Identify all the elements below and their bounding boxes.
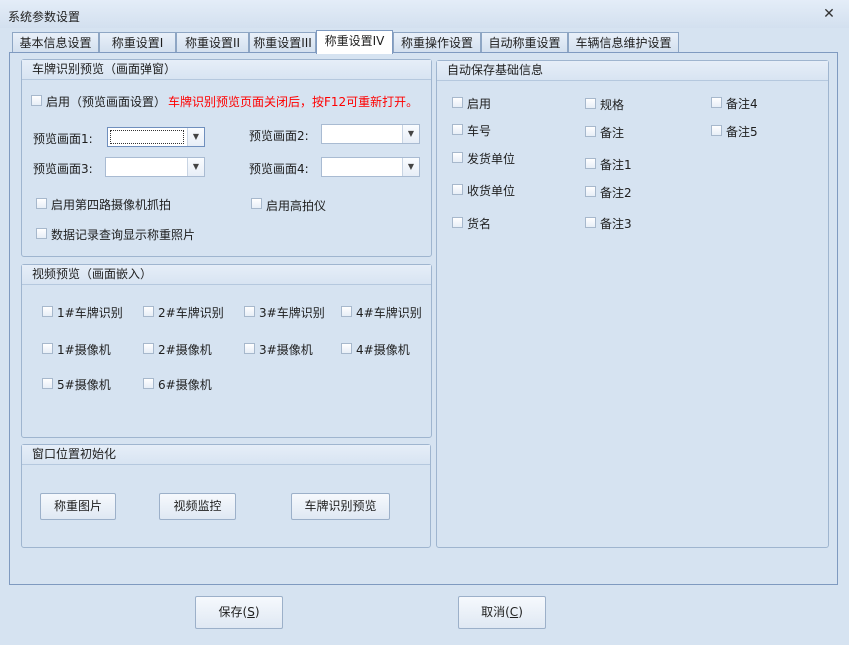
- save-label-end: ): [254, 605, 260, 619]
- record-photo-checkbox[interactable]: [36, 228, 47, 239]
- cancel-label: 取消(: [481, 605, 510, 619]
- remark2-label: 备注2: [600, 186, 632, 200]
- auto-enable-label: 启用: [467, 97, 492, 111]
- save-label: 保存(: [218, 605, 248, 619]
- remark2-checkbox[interactable]: [585, 186, 596, 197]
- plate-cam-3-checkbox[interactable]: [244, 306, 255, 317]
- camera-2-checkbox[interactable]: [143, 343, 154, 354]
- plate-cam-1-checkbox[interactable]: [42, 306, 53, 317]
- camera-4-checkbox[interactable]: [341, 343, 352, 354]
- high-camera-label: 启用高拍仪: [266, 199, 327, 213]
- window-position-group: 窗口位置初始化 称重图片 视频监控 车牌识别预览: [21, 444, 431, 548]
- screen3-label: 预览画面3:: [33, 162, 93, 176]
- chevron-down-icon[interactable]: ▼: [402, 158, 419, 176]
- tab-basic-info[interactable]: 基本信息设置: [12, 32, 99, 53]
- screen1-select[interactable]: ▼: [107, 127, 205, 147]
- chevron-down-icon[interactable]: ▼: [187, 158, 204, 176]
- auto-save-group: 自动保存基础信息 启用 车号 发货单位 收货单位 货名 规格 备注 备注1 备注…: [436, 60, 829, 548]
- goods-name-checkbox[interactable]: [452, 217, 463, 228]
- plate-cam-1-label: 1#车牌识别: [57, 306, 123, 320]
- tab-auto-weigh[interactable]: 自动称重设置: [481, 32, 568, 53]
- remark1-checkbox[interactable]: [585, 158, 596, 169]
- enable-preview-label: 启用（预览画面设置）: [46, 95, 167, 109]
- high-camera-checkbox[interactable]: [251, 198, 262, 209]
- plate-cam-4-label: 4#车牌识别: [356, 306, 422, 320]
- camera-2-label: 2#摄像机: [158, 343, 212, 357]
- camera-3-label: 3#摄像机: [259, 343, 313, 357]
- chevron-down-icon[interactable]: ▼: [187, 128, 204, 146]
- plate-no-checkbox[interactable]: [452, 124, 463, 135]
- save-hotkey: S: [247, 605, 255, 619]
- camera-6-checkbox[interactable]: [143, 378, 154, 389]
- cancel-label-end: ): [518, 605, 523, 619]
- remark5-label: 备注5: [726, 125, 758, 139]
- close-icon[interactable]: ✕: [821, 6, 837, 22]
- preview-notice: 车牌识别预览页面关闭后，按F12可重新打开。: [168, 95, 419, 109]
- focus-ring: [110, 130, 184, 144]
- remark5-checkbox[interactable]: [711, 125, 722, 136]
- remark-label: 备注: [600, 126, 625, 140]
- tab-weigh-1[interactable]: 称重设置I: [99, 32, 176, 53]
- camera-1-checkbox[interactable]: [42, 343, 53, 354]
- screen2-label: 预览画面2:: [249, 129, 309, 143]
- plate-cam-3-label: 3#车牌识别: [259, 306, 325, 320]
- tab-weigh-operation[interactable]: 称重操作设置: [393, 32, 481, 53]
- save-button[interactable]: 保存(S): [195, 596, 283, 629]
- plate-cam-2-label: 2#车牌识别: [158, 306, 224, 320]
- spec-label: 规格: [600, 98, 625, 112]
- remark3-label: 备注3: [600, 217, 632, 231]
- video-monitor-button[interactable]: 视频监控: [159, 493, 236, 520]
- screen4-select[interactable]: ▼: [321, 157, 420, 177]
- tab-weigh-4[interactable]: 称重设置IV: [316, 30, 393, 54]
- camera-3-checkbox[interactable]: [244, 343, 255, 354]
- tab-vehicle-info[interactable]: 车辆信息维护设置: [568, 32, 679, 53]
- enable-preview-checkbox[interactable]: [31, 95, 42, 106]
- camera-6-label: 6#摄像机: [158, 378, 212, 392]
- plate-preview-button[interactable]: 车牌识别预览: [291, 493, 390, 520]
- screen1-label: 预览画面1:: [33, 132, 93, 146]
- receiver-label: 收货单位: [467, 184, 516, 198]
- shipper-checkbox[interactable]: [452, 152, 463, 163]
- remark-checkbox[interactable]: [585, 126, 596, 137]
- auto-save-title: 自动保存基础信息: [437, 61, 828, 81]
- tab-weigh-2[interactable]: 称重设置II: [176, 32, 249, 53]
- camera-5-checkbox[interactable]: [42, 378, 53, 389]
- window-position-title: 窗口位置初始化: [22, 445, 430, 465]
- shipper-label: 发货单位: [467, 152, 516, 166]
- plate-no-label: 车号: [467, 124, 492, 138]
- tab-weigh-3[interactable]: 称重设置III: [249, 32, 316, 53]
- video-preview-title: 视频预览（画面嵌入）: [22, 265, 431, 285]
- plate-cam-2-checkbox[interactable]: [143, 306, 154, 317]
- remark4-checkbox[interactable]: [711, 97, 722, 108]
- goods-name-label: 货名: [467, 217, 492, 231]
- remark3-checkbox[interactable]: [585, 217, 596, 228]
- camera-4-label: 4#摄像机: [356, 343, 410, 357]
- record-photo-label: 数据记录查询显示称重照片: [51, 228, 196, 242]
- chevron-down-icon[interactable]: ▼: [402, 125, 419, 143]
- remark1-label: 备注1: [600, 158, 632, 172]
- video-preview-group: 视频预览（画面嵌入） 1#车牌识别 2#车牌识别 3#车牌识别 4#车牌识别 1…: [21, 264, 432, 438]
- plate-preview-group: 车牌识别预览（画面弹窗） 启用（预览画面设置） 车牌识别预览页面关闭后，按F12…: [21, 59, 432, 257]
- plate-preview-title: 车牌识别预览（画面弹窗）: [22, 60, 431, 80]
- screen2-select[interactable]: ▼: [321, 124, 420, 144]
- fourth-camera-label: 启用第四路摄像机抓拍: [51, 198, 172, 212]
- cancel-button[interactable]: 取消(C): [458, 596, 546, 629]
- fourth-camera-checkbox[interactable]: [36, 198, 47, 209]
- auto-enable-checkbox[interactable]: [452, 97, 463, 108]
- tab-panel: 车牌识别预览（画面弹窗） 启用（预览画面设置） 车牌识别预览页面关闭后，按F12…: [9, 52, 838, 585]
- window-title: 系统参数设置: [8, 10, 81, 24]
- receiver-checkbox[interactable]: [452, 184, 463, 195]
- weigh-image-button[interactable]: 称重图片: [40, 493, 116, 520]
- remark4-label: 备注4: [726, 97, 758, 111]
- spec-checkbox[interactable]: [585, 98, 596, 109]
- title-bar: 系统参数设置 ✕: [0, 0, 849, 28]
- camera-1-label: 1#摄像机: [57, 343, 111, 357]
- plate-cam-4-checkbox[interactable]: [341, 306, 352, 317]
- screen3-select[interactable]: ▼: [105, 157, 205, 177]
- screen4-label: 预览画面4:: [249, 162, 309, 176]
- cancel-hotkey: C: [509, 605, 519, 619]
- camera-5-label: 5#摄像机: [57, 378, 111, 392]
